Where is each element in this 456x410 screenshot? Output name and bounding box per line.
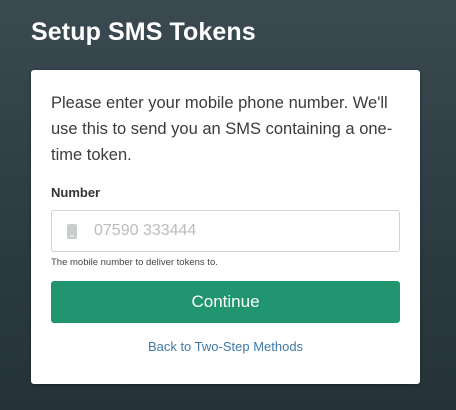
phone-number-input[interactable] xyxy=(94,211,384,251)
sms-setup-card: Please enter your mobile phone number. W… xyxy=(31,70,420,384)
back-to-two-step-methods-link[interactable]: Back to Two-Step Methods xyxy=(31,339,420,354)
help-text: The mobile number to deliver tokens to. xyxy=(51,257,218,268)
phone-number-field[interactable] xyxy=(51,210,400,252)
continue-button[interactable]: Continue xyxy=(51,281,400,323)
number-label: Number xyxy=(51,185,101,200)
intro-text: Please enter your mobile phone number. W… xyxy=(51,94,393,164)
mobile-phone-icon xyxy=(67,224,77,239)
page-title: Setup SMS Tokens xyxy=(31,18,256,46)
